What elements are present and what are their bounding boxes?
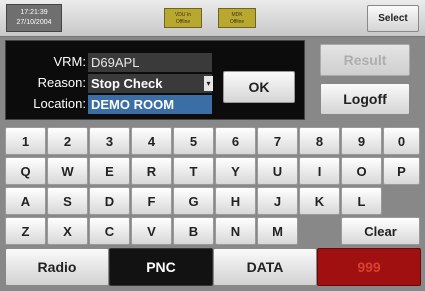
clear-key[interactable]: Clear [341,217,420,245]
key[interactable]: K [299,187,340,215]
key[interactable]: M [257,217,298,245]
terminal-screen: 17:21:39 27/10/2004 VDU In Offline MDK O… [0,0,425,291]
key[interactable]: N [215,217,256,245]
key[interactable]: 9 [341,127,382,155]
key[interactable]: Z [5,217,46,245]
key[interactable]: 5 [173,127,214,155]
key[interactable]: 7 [257,127,298,155]
dropdown-arrow-icon[interactable]: ▾ [204,76,213,91]
key[interactable]: F [131,187,172,215]
key[interactable]: C [89,217,130,245]
reason-select[interactable]: Stop Check [88,74,212,93]
reason-label: Reason: [37,75,86,90]
key[interactable]: 0 [383,127,420,155]
key[interactable]: T [173,157,214,185]
key[interactable]: 3 [89,127,130,155]
key[interactable]: X [47,217,88,245]
key[interactable]: D [89,187,130,215]
key[interactable]: Y [215,157,256,185]
key[interactable]: R [131,157,172,185]
mdk-lamp-line1: MDK [231,12,243,18]
key[interactable]: L [341,187,382,215]
vdu-lamp-line2: Offline [175,19,191,25]
vrm-label: VRM: [53,54,87,69]
key[interactable]: H [215,187,256,215]
key[interactable]: 4 [131,127,172,155]
clock-display: 17:21:39 27/10/2004 [6,4,62,32]
key[interactable]: G [173,187,214,215]
key[interactable]: W [47,157,88,185]
result-button[interactable]: Result [320,44,410,76]
key[interactable]: U [257,157,298,185]
key[interactable]: S [47,187,88,215]
stop-check-panel: VRM: D69APL Reason: Stop Check ▾ Locatio… [5,40,305,120]
mdk-status-lamp: MDK Offline [218,8,256,28]
mdk-lamp-line2: Offline [229,19,245,25]
key[interactable]: J [257,187,298,215]
key[interactable]: 8 [299,127,340,155]
pnc-button[interactable]: PNC [109,248,213,286]
key[interactable]: Q [5,157,46,185]
key[interactable]: E [89,157,130,185]
ok-button[interactable]: OK [223,71,295,103]
data-button[interactable]: DATA [213,248,317,286]
key[interactable]: 6 [215,127,256,155]
location-label: Location: [33,96,86,111]
vdu-lamp-line1: VDU In [174,12,192,18]
emergency-999-button[interactable]: 999 [317,248,421,286]
clock-time: 17:21:39 [20,9,48,16]
key[interactable]: 2 [47,127,88,155]
key[interactable]: B [173,217,214,245]
vdu-status-lamp: VDU In Offline [164,8,202,28]
key[interactable]: V [131,217,172,245]
key[interactable]: A [5,187,46,215]
key[interactable]: I [299,157,340,185]
logoff-button[interactable]: Logoff [320,83,410,115]
key[interactable]: 1 [5,127,46,155]
status-bar: 17:21:39 27/10/2004 VDU In Offline MDK O… [0,0,425,37]
select-button[interactable]: Select [367,5,419,32]
radio-button[interactable]: Radio [5,248,109,286]
location-field[interactable]: DEMO ROOM [88,95,212,114]
key[interactable]: O [341,157,382,185]
key[interactable]: P [383,157,420,185]
vrm-field[interactable]: D69APL [88,53,212,72]
clock-date: 27/10/2004 [16,19,52,26]
